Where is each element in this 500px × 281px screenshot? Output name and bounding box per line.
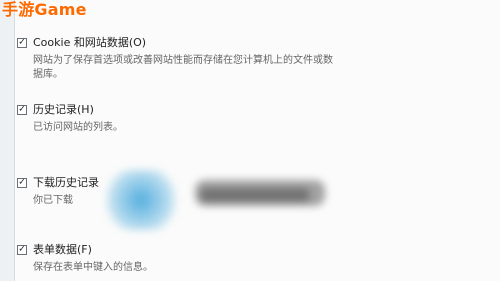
download-history-label[interactable]: 下载历史记录	[33, 176, 99, 190]
form-data-label[interactable]: 表单数据(F)	[33, 243, 92, 257]
history-label[interactable]: 历史记录(H)	[33, 103, 94, 117]
watermark-logo: 手游Game	[2, 0, 87, 19]
cookies-checkbox[interactable]: ✓	[17, 38, 27, 48]
option-row: ✓ Cookie 和网站数据(O)	[17, 36, 487, 50]
checkmark-icon: ✓	[18, 104, 26, 114]
form-data-description: 保存在表单中键入的信息。	[33, 262, 153, 273]
checkmark-icon: ✓	[18, 244, 26, 254]
cookies-label[interactable]: Cookie 和网站数据(O)	[33, 36, 146, 50]
form-data-checkbox[interactable]: ✓	[17, 245, 27, 255]
history-description: 已访问网站的列表。	[33, 122, 123, 133]
option-history: ✓ 历史记录(H) 已访问网站的列表。	[17, 103, 487, 135]
checkmark-icon: ✓	[18, 37, 26, 47]
option-row: ✓ 表单数据(F)	[17, 243, 487, 257]
download-history-description: 你已下载	[33, 195, 73, 206]
checkmark-icon: ✓	[18, 177, 26, 187]
left-pane-edge	[0, 0, 15, 281]
delete-browsing-history-dialog: 手游Game ✓ Cookie 和网站数据(O) 网站为了保存首选项或改善网站性…	[0, 0, 500, 281]
option-cookies-and-site-data: ✓ Cookie 和网站数据(O) 网站为了保存首选项或改善网站性能而存储在您计…	[17, 36, 487, 82]
option-row: ✓ 下载历史记录	[17, 176, 487, 190]
option-form-data: ✓ 表单数据(F) 保存在表单中键入的信息。	[17, 243, 487, 275]
cookies-description: 网站为了保存首选项或改善网站性能而存储在您计算机上的文件或数 据库。	[33, 55, 333, 80]
option-row: ✓ 历史记录(H)	[17, 103, 487, 117]
download-history-checkbox[interactable]: ✓	[17, 178, 27, 188]
option-download-history: ✓ 下载历史记录 你已下载	[17, 176, 487, 208]
history-checkbox[interactable]: ✓	[17, 105, 27, 115]
